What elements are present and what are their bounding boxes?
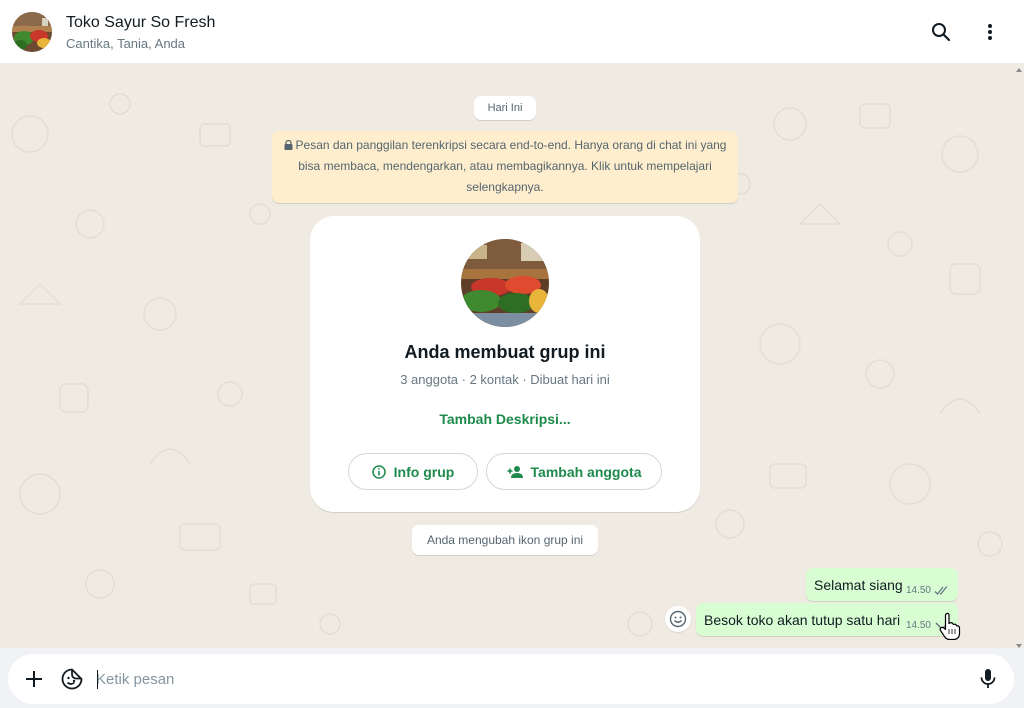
- add-member-label: Tambah anggota: [530, 463, 642, 480]
- plus-icon: [26, 671, 42, 687]
- group-card-title: Anda membuat grup ini: [404, 342, 606, 362]
- chat-scrollbar[interactable]: [1014, 64, 1024, 648]
- group-avatar[interactable]: [12, 12, 52, 52]
- system-message: Anda mengubah ikon grup ini: [412, 525, 598, 555]
- add-person-icon: [507, 465, 523, 478]
- message-text: Selamat siang: [814, 577, 903, 593]
- group-members: Cantika, Tania, Anda: [66, 36, 186, 51]
- smiley-icon: [669, 610, 687, 628]
- info-icon: [371, 464, 386, 479]
- react-button[interactable]: [665, 606, 691, 632]
- add-description-link[interactable]: Tambah Deskripsi...: [310, 411, 700, 427]
- message-meta: 14.50: [906, 620, 950, 631]
- chevron-down-icon[interactable]: [934, 621, 950, 631]
- menu-dots-icon: [988, 24, 992, 40]
- attach-button[interactable]: [22, 667, 46, 691]
- group-name: Toko Sayur So Fresh: [66, 14, 216, 31]
- encryption-notice-text: Pesan dan panggilan terenkripsi secara e…: [295, 138, 727, 194]
- double-check-icon: [934, 585, 948, 595]
- chat-header: Toko Sayur So Fresh Cantika, Tania, Anda: [0, 0, 1024, 64]
- lock-icon: [284, 140, 293, 150]
- message-input[interactable]: [96, 664, 956, 694]
- voice-message-button[interactable]: [976, 667, 1000, 691]
- message-bubble[interactable]: Selamat siang 14.50: [806, 568, 958, 601]
- search-icon: [932, 23, 951, 42]
- header-info[interactable]: Toko Sayur So Fresh Cantika, Tania, Anda: [66, 13, 215, 53]
- group-card-meta: 3 anggota · 2 kontak · Dibuat hari ini: [400, 372, 610, 387]
- encryption-notice[interactable]: Pesan dan panggilan terenkripsi secara e…: [272, 131, 738, 203]
- group-created-card: Anda membuat grup ini 3 anggota · 2 kont…: [310, 216, 700, 512]
- search-button[interactable]: [925, 16, 957, 48]
- message-meta: 14.50: [906, 585, 950, 596]
- message-time: 14.50: [905, 585, 931, 596]
- sticker-button[interactable]: [60, 667, 84, 691]
- text-caret: [97, 670, 98, 689]
- group-info-button[interactable]: Info grup: [348, 453, 478, 490]
- composer-bar: [0, 648, 1024, 708]
- sticker-icon: [61, 668, 83, 690]
- message-time: 14.50: [905, 620, 931, 631]
- menu-button[interactable]: [974, 16, 1006, 48]
- message-text: Besok toko akan tutup satu hari: [704, 612, 901, 628]
- scroll-up-arrow-icon[interactable]: [1016, 68, 1022, 72]
- date-separator: Hari Ini: [474, 96, 536, 120]
- microphone-icon: [980, 669, 996, 688]
- message-bubble[interactable]: Besok toko akan tutup satu hari 14.50: [696, 603, 958, 636]
- add-member-button[interactable]: Tambah anggota: [486, 453, 662, 490]
- group-photo[interactable]: [461, 239, 549, 327]
- composer: [8, 654, 1014, 704]
- group-info-label: Info grup: [393, 463, 455, 480]
